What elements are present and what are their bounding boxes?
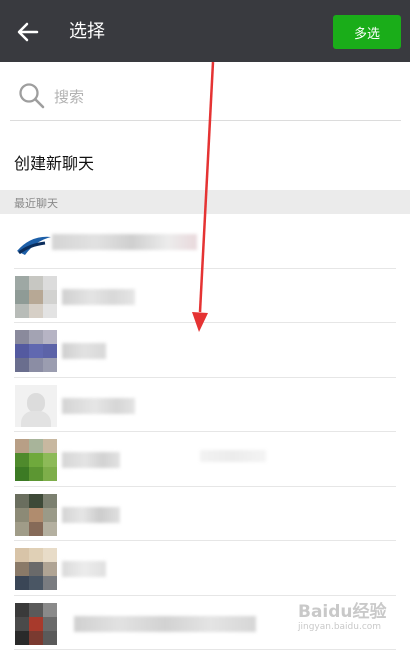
arrow-left-icon (17, 22, 39, 42)
search-input[interactable] (52, 83, 386, 111)
multi-select-button[interactable]: 多选 (333, 15, 401, 49)
back-button[interactable] (12, 17, 44, 47)
contact-name-blurred (74, 615, 256, 632)
list-item[interactable] (0, 432, 410, 487)
contact-name-blurred (200, 450, 266, 462)
recent-chats-header: 最近聊天 (0, 190, 410, 214)
list-item[interactable] (0, 214, 410, 269)
list-item[interactable] (0, 487, 410, 542)
contact-name-blurred (62, 506, 120, 523)
search-icon (19, 83, 45, 109)
recent-chat-list (0, 214, 410, 650)
list-item[interactable] (0, 269, 410, 324)
list-item[interactable] (0, 596, 410, 651)
avatar (15, 493, 57, 536)
contact-name-blurred (62, 397, 135, 414)
contact-name-blurred (62, 288, 135, 305)
contact-name-blurred (52, 234, 197, 250)
contact-name-blurred (62, 561, 106, 577)
avatar (15, 439, 57, 481)
avatar (15, 275, 57, 318)
contact-name-blurred (62, 343, 106, 359)
avatar (15, 221, 57, 263)
create-new-chat-item[interactable]: 创建新聊天 (0, 136, 410, 186)
list-item[interactable] (0, 378, 410, 433)
list-item[interactable] (0, 541, 410, 596)
avatar (15, 384, 57, 427)
create-new-chat-label: 创建新聊天 (14, 154, 95, 173)
page-title: 选择 (69, 21, 105, 42)
avatar (15, 548, 57, 590)
search-bar (10, 73, 401, 121)
avatar (15, 602, 57, 645)
avatar (15, 330, 57, 372)
list-item[interactable] (0, 323, 410, 378)
contact-name-blurred (62, 452, 120, 468)
recent-chats-label: 最近聊天 (14, 197, 58, 210)
top-bar: 选择 多选 (0, 0, 410, 62)
